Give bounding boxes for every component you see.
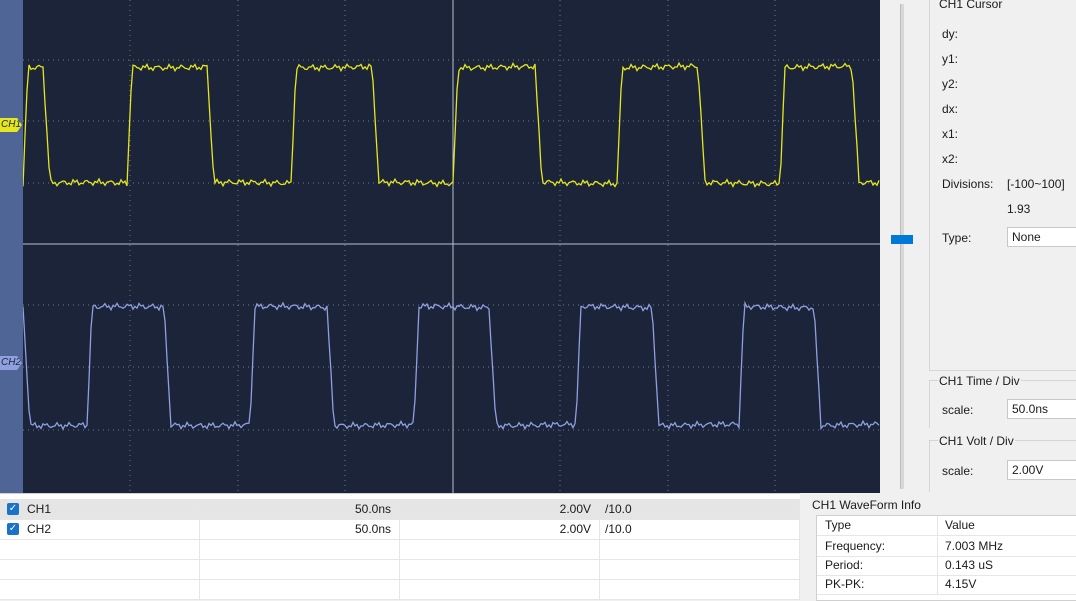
volt-scale-label: scale:: [942, 464, 974, 478]
y2-label: y2:: [942, 77, 959, 91]
time-div-title: CH1 Time / Div: [938, 374, 1021, 388]
channel-probe: /10.0: [600, 519, 800, 539]
ch2-level-marker[interactable]: CH2: [0, 356, 22, 370]
header-type: Type: [825, 518, 852, 532]
slider-thumb[interactable]: [891, 235, 913, 244]
volt-div-panel: CH1 Volt / Div scale: 2.00V: [929, 434, 1076, 492]
time-div-panel: CH1 Time / Div scale: 50.0ns: [929, 374, 1076, 428]
divisions-label: Divisions:: [942, 177, 994, 191]
info-key: PK-PK:: [825, 577, 865, 591]
grid: [23, 0, 880, 493]
info-key: Frequency:: [825, 539, 886, 553]
info-value: 0.143 uS: [945, 558, 994, 572]
divisions-range: [-100~100]: [1007, 177, 1065, 191]
cursor-type-select[interactable]: None: [1007, 227, 1076, 247]
y1-label: y1:: [942, 52, 959, 66]
header-value: Value: [945, 518, 975, 532]
info-key: Period:: [825, 558, 864, 572]
info-header-row: Type Value: [817, 516, 1076, 536]
volt-scale-input[interactable]: 2.00V: [1007, 460, 1076, 480]
info-value: 7.003 MHz: [945, 539, 1004, 553]
channel-time: 50.0ns: [200, 499, 400, 519]
time-scale-label: scale:: [942, 403, 974, 417]
channel-name: CH1: [0, 499, 200, 519]
info-value: 4.15V: [945, 577, 977, 591]
x2-label: x2:: [942, 152, 959, 166]
ch1-waveform: [23, 61, 880, 188]
empty-row: [0, 579, 800, 600]
empty-row: [0, 539, 800, 560]
empty-row: [0, 559, 800, 580]
table-row[interactable]: ✓ CH1 50.0ns 2.00V /10.0: [0, 499, 800, 520]
x1-label: x1:: [942, 127, 959, 141]
volt-div-title: CH1 Volt / Div: [938, 434, 1015, 448]
left-ruler: CH1 CH2: [0, 0, 23, 493]
table-row[interactable]: ✓ CH2 50.0ns 2.00V /10.0: [0, 519, 800, 540]
channel-time: 50.0ns: [200, 519, 400, 539]
channel-volt: 2.00V: [400, 519, 600, 539]
channel-name: CH2: [0, 519, 200, 539]
info-row-period: Period: 0.143 uS: [817, 556, 1076, 576]
channel-volt: 2.00V: [400, 499, 600, 519]
slider-track: [900, 4, 904, 489]
channel-table: ✓ CH1 50.0ns 2.00V /10.0 ✓ CH2 50.0ns 2.…: [0, 493, 800, 600]
info-row-frequency: Frequency: 7.003 MHz: [817, 537, 1076, 557]
time-scale-input[interactable]: 50.0ns: [1007, 399, 1076, 419]
divisions-value: 1.93: [1007, 202, 1031, 216]
dy-label: dy:: [942, 27, 959, 41]
oscilloscope-display[interactable]: [23, 0, 880, 493]
dx-label: dx:: [942, 102, 959, 116]
channel-probe: /10.0: [600, 499, 800, 519]
waveform-info-table: Type Value Frequency: 7.003 MHz Period: …: [816, 515, 1076, 601]
waveform-info-panel: CH1 WaveForm Info Type Value Frequency: …: [801, 493, 1076, 601]
info-row-pkpk: PK-PK: 4.15V: [817, 575, 1076, 595]
waveform-info-title: CH1 WaveForm Info: [812, 498, 921, 512]
type-label: Type:: [942, 231, 972, 245]
waveform-canvas: [23, 0, 880, 493]
ch1-level-marker[interactable]: CH1: [0, 118, 22, 132]
cursor-panel-title: CH1 Cursor: [938, 0, 1004, 11]
vertical-position-slider[interactable]: [880, 0, 928, 493]
cursor-panel: CH1 Cursor dy: y1: y2: dx: x1: x2: Divis…: [929, 0, 1076, 371]
ch2-waveform: [23, 300, 880, 431]
